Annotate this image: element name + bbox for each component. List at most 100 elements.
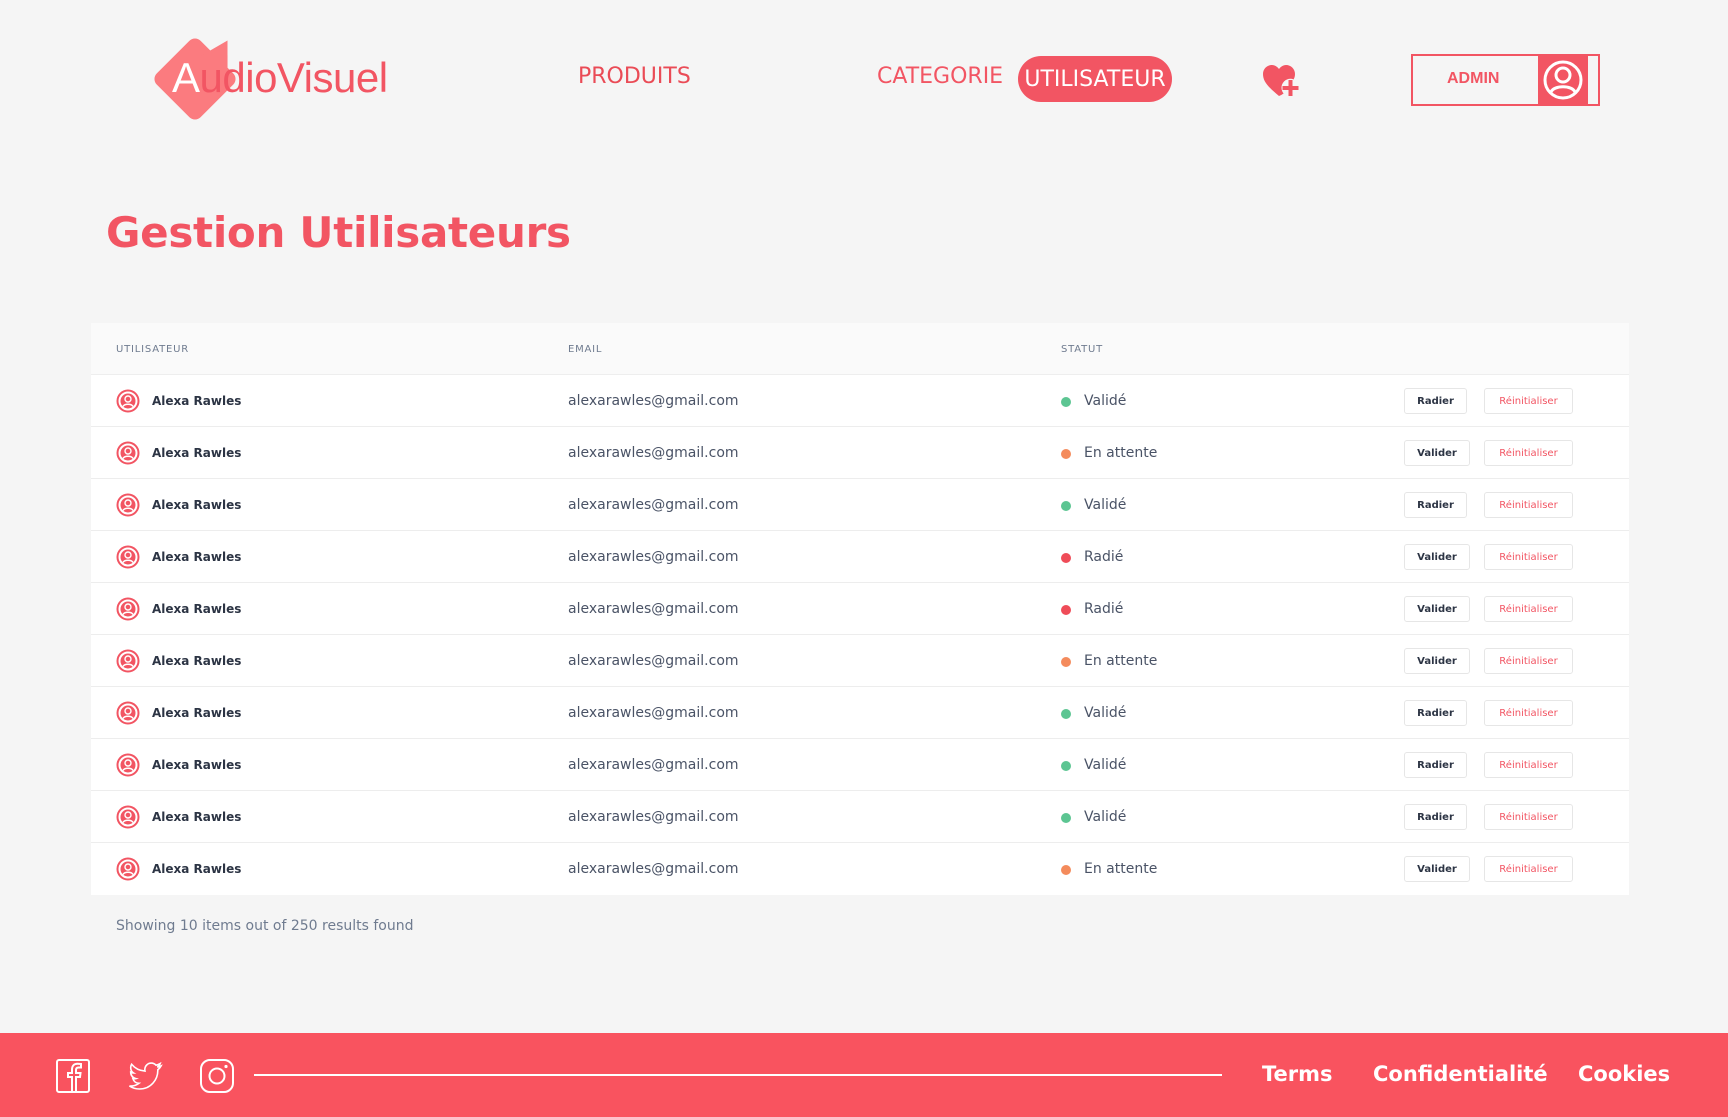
- user-name: Alexa Rawles: [152, 862, 242, 876]
- heart-plus-icon[interactable]: [1262, 64, 1304, 100]
- revoke-button[interactable]: Radier: [1404, 804, 1467, 830]
- user-name: Alexa Rawles: [152, 654, 242, 668]
- page-title: Gestion Utilisateurs: [106, 208, 571, 257]
- footer-link-terms[interactable]: Terms: [1262, 1062, 1333, 1086]
- user-name: Alexa Rawles: [152, 550, 242, 564]
- user-email: alexarawles@gmail.com: [568, 445, 739, 461]
- reset-button[interactable]: Réinitialiser: [1484, 596, 1573, 622]
- user-email: alexarawles@gmail.com: [568, 497, 739, 513]
- status-label: Validé: [1084, 393, 1127, 409]
- reset-button[interactable]: Réinitialiser: [1484, 856, 1573, 882]
- twitter-icon[interactable]: [127, 1058, 163, 1094]
- table-body: Alexa Rawles alexarawles@gmail.com Valid…: [91, 375, 1629, 895]
- reset-button[interactable]: Réinitialiser: [1484, 804, 1573, 830]
- status-dot: [1061, 605, 1071, 615]
- revoke-button[interactable]: Radier: [1404, 752, 1467, 778]
- footer-link-privacy[interactable]: Confidentialité: [1373, 1062, 1548, 1086]
- status-label: Radié: [1084, 601, 1124, 617]
- user-avatar-icon: [116, 545, 140, 569]
- user-avatar-icon: [116, 493, 140, 517]
- user-name: Alexa Rawles: [152, 602, 242, 616]
- table-row: Alexa Rawles alexarawles@gmail.com Radié…: [91, 531, 1629, 583]
- table-row: Alexa Rawles alexarawles@gmail.com En at…: [91, 635, 1629, 687]
- user-avatar-icon: [116, 753, 140, 777]
- validate-button[interactable]: Valider: [1404, 856, 1470, 882]
- table-row: Alexa Rawles alexarawles@gmail.com En at…: [91, 843, 1629, 895]
- results-summary: Showing 10 items out of 250 results foun…: [116, 918, 414, 934]
- user-name: Alexa Rawles: [152, 706, 242, 720]
- user-email: alexarawles@gmail.com: [568, 549, 739, 565]
- nav-categorie[interactable]: CATEGORIE: [877, 64, 1003, 89]
- instagram-icon[interactable]: [199, 1058, 235, 1094]
- status-label: En attente: [1084, 861, 1158, 877]
- validate-button[interactable]: Valider: [1404, 596, 1470, 622]
- table-row: Alexa Rawles alexarawles@gmail.com Valid…: [91, 739, 1629, 791]
- user-email: alexarawles@gmail.com: [568, 757, 739, 773]
- status-label: En attente: [1084, 445, 1158, 461]
- column-header-status: STATUT: [1061, 344, 1104, 355]
- status-dot: [1061, 397, 1071, 407]
- table-row: Alexa Rawles alexarawles@gmail.com Valid…: [91, 479, 1629, 531]
- status-dot: [1061, 813, 1071, 823]
- reset-button[interactable]: Réinitialiser: [1484, 700, 1573, 726]
- reset-button[interactable]: Réinitialiser: [1484, 752, 1573, 778]
- reset-button[interactable]: Réinitialiser: [1484, 648, 1573, 674]
- user-email: alexarawles@gmail.com: [568, 861, 739, 877]
- users-table: UTILISATEUR EMAIL STATUT Alexa Rawles al…: [91, 323, 1629, 895]
- user-avatar-icon: [116, 389, 140, 413]
- user-circle-icon: [1538, 56, 1588, 104]
- logo-text: AudioVisuel: [172, 54, 388, 101]
- footer-link-cookies[interactable]: Cookies: [1578, 1062, 1670, 1086]
- user-avatar-icon: [116, 857, 140, 881]
- revoke-button[interactable]: Radier: [1404, 388, 1467, 414]
- revoke-button[interactable]: Radier: [1404, 700, 1467, 726]
- user-email: alexarawles@gmail.com: [568, 601, 739, 617]
- admin-label: ADMIN: [1447, 70, 1500, 87]
- footer-divider: [254, 1074, 1222, 1076]
- user-avatar-icon: [116, 805, 140, 829]
- nav-produits[interactable]: PRODUITS: [578, 64, 691, 89]
- status-label: Radié: [1084, 549, 1124, 565]
- table-row: Alexa Rawles alexarawles@gmail.com Radié…: [91, 583, 1629, 635]
- column-header-user: UTILISATEUR: [116, 344, 189, 355]
- status-dot: [1061, 553, 1071, 563]
- status-label: Validé: [1084, 809, 1127, 825]
- footer: Terms Confidentialité Cookies: [0, 1033, 1728, 1117]
- status-dot: [1061, 501, 1071, 511]
- user-avatar-icon: [116, 441, 140, 465]
- user-name: Alexa Rawles: [152, 758, 242, 772]
- user-name: Alexa Rawles: [152, 498, 242, 512]
- reset-button[interactable]: Réinitialiser: [1484, 388, 1573, 414]
- reset-button[interactable]: Réinitialiser: [1484, 544, 1573, 570]
- status-dot: [1061, 865, 1071, 875]
- user-avatar-icon: [116, 597, 140, 621]
- user-avatar-icon: [116, 701, 140, 725]
- status-label: En attente: [1084, 653, 1158, 669]
- facebook-icon[interactable]: [55, 1058, 91, 1094]
- admin-account-button[interactable]: ADMIN: [1411, 54, 1600, 106]
- validate-button[interactable]: Valider: [1404, 440, 1470, 466]
- status-dot: [1061, 657, 1071, 667]
- revoke-button[interactable]: Radier: [1404, 492, 1467, 518]
- validate-button[interactable]: Valider: [1404, 544, 1470, 570]
- brand-logo[interactable]: AudioVisuel: [151, 29, 392, 123]
- table-row: Alexa Rawles alexarawles@gmail.com En at…: [91, 427, 1629, 479]
- table-row: Alexa Rawles alexarawles@gmail.com Valid…: [91, 687, 1629, 739]
- user-name: Alexa Rawles: [152, 394, 242, 408]
- table-row: Alexa Rawles alexarawles@gmail.com Valid…: [91, 791, 1629, 843]
- nav-utilisateur[interactable]: UTILISATEUR: [1018, 56, 1172, 102]
- user-email: alexarawles@gmail.com: [568, 393, 739, 409]
- column-header-email: EMAIL: [568, 344, 603, 355]
- status-dot: [1061, 761, 1071, 771]
- reset-button[interactable]: Réinitialiser: [1484, 492, 1573, 518]
- user-name: Alexa Rawles: [152, 810, 242, 824]
- user-email: alexarawles@gmail.com: [568, 809, 739, 825]
- validate-button[interactable]: Valider: [1404, 648, 1470, 674]
- reset-button[interactable]: Réinitialiser: [1484, 440, 1573, 466]
- user-name: Alexa Rawles: [152, 446, 242, 460]
- status-dot: [1061, 709, 1071, 719]
- status-label: Validé: [1084, 757, 1127, 773]
- table-header: UTILISATEUR EMAIL STATUT: [91, 323, 1629, 375]
- user-email: alexarawles@gmail.com: [568, 705, 739, 721]
- status-label: Validé: [1084, 497, 1127, 513]
